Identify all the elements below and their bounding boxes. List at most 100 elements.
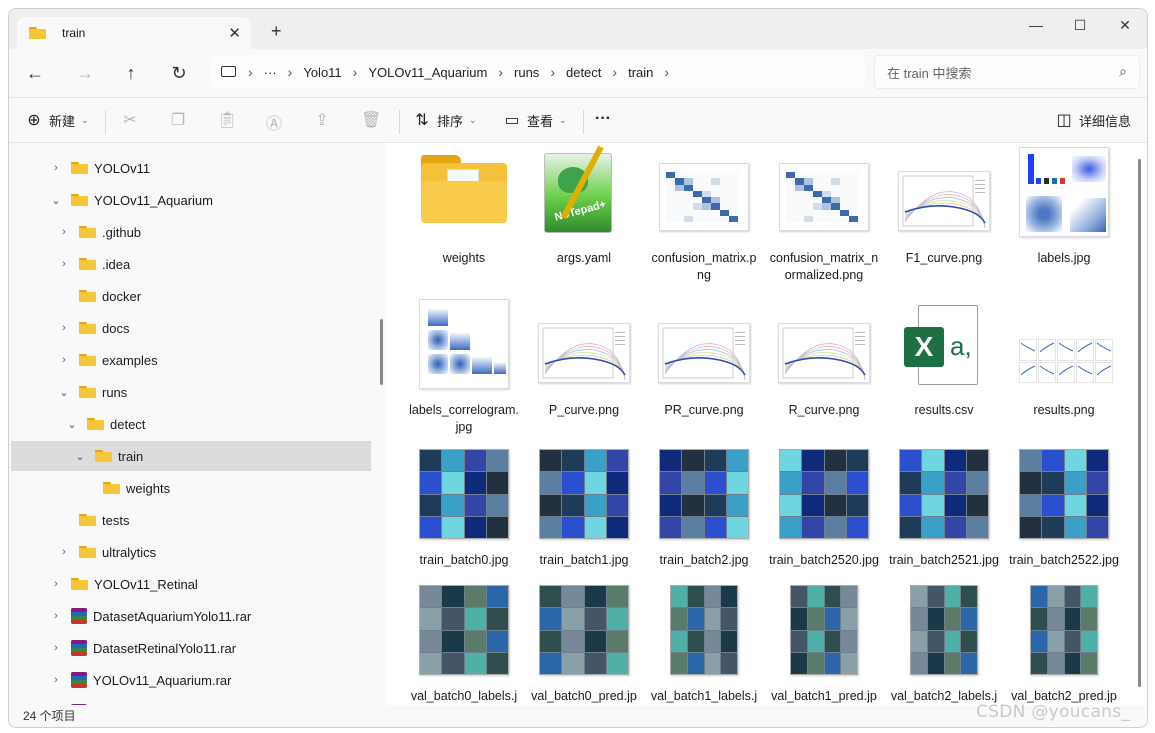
file-item[interactable]: Xa, results.csv — [889, 299, 999, 419]
sidebar-item[interactable]: ⌄ train — [11, 441, 371, 471]
sidebar-item[interactable]: weights — [11, 473, 371, 503]
share-button[interactable]: ⇪ — [313, 110, 331, 130]
sidebar-item[interactable]: ⌄ YOLOv11_Aquarium — [11, 185, 371, 215]
file-item[interactable]: F1_curve.png — [889, 147, 999, 267]
back-button[interactable]: ← — [23, 62, 47, 86]
search-input[interactable]: 在 train 中搜索 — [887, 63, 972, 82]
view-button[interactable]: ▭ 查看 ⌄ — [503, 110, 566, 130]
sidebar-item[interactable]: › .github — [11, 217, 371, 247]
refresh-button[interactable]: ↻ — [167, 62, 191, 86]
details-pane-button[interactable]: ◫ 详细信息 — [1055, 110, 1131, 130]
window-close-button[interactable]: ✕ — [1110, 17, 1140, 34]
breadcrumb-train[interactable]: train — [628, 65, 653, 80]
chevron-right-icon[interactable]: › — [57, 322, 71, 334]
new-button[interactable]: ⊕ 新建 ⌄ — [25, 110, 88, 130]
minimize-button[interactable]: — — [1021, 17, 1051, 33]
breadcrumb-separator-icon[interactable]: › — [498, 64, 503, 80]
breadcrumb-overflow[interactable]: ··· — [264, 65, 277, 80]
sidebar-item[interactable]: ›YOLOv11_Retinal.rar — [11, 697, 371, 705]
chevron-right-icon[interactable]: › — [49, 162, 63, 174]
file-item[interactable]: NoTepad+ args.yaml — [529, 145, 639, 267]
file-item[interactable]: train_batch2.jpg — [649, 449, 759, 569]
maximize-button[interactable]: ☐ — [1065, 17, 1095, 34]
chevron-right-icon[interactable]: › — [49, 642, 63, 654]
breadcrumb-separator-icon[interactable]: › — [550, 64, 555, 80]
sidebar-item[interactable]: › docs — [11, 313, 371, 343]
sidebar-item[interactable]: › DatasetRetinalYolo11.rar — [11, 633, 371, 663]
file-item[interactable]: confusion_matrix_normalized.png — [769, 147, 879, 284]
breadcrumb-yolov11-aquarium[interactable]: YOLOv11_Aquarium — [368, 65, 487, 80]
file-item[interactable]: results.png — [1009, 299, 1119, 419]
rename-button[interactable]: Ⓐ — [265, 110, 283, 134]
content-scrollbar[interactable] — [1138, 159, 1141, 687]
sidebar-item[interactable]: › YOLOv11 — [11, 153, 371, 183]
sidebar-item[interactable]: › .idea — [11, 249, 371, 279]
file-item[interactable]: train_batch1.jpg — [529, 449, 639, 569]
paste-button[interactable]: 📋︎ — [217, 110, 237, 130]
file-item[interactable]: val_batch1_labels.jpg — [649, 585, 759, 705]
sidebar-item[interactable]: docker — [11, 281, 371, 311]
file-item[interactable]: train_batch0.jpg — [409, 449, 519, 569]
chevron-down-icon[interactable]: ⌄ — [73, 450, 87, 463]
forward-button[interactable]: → — [73, 62, 97, 86]
delete-button[interactable]: 🗑︎ — [361, 110, 381, 130]
address-bar[interactable]: › ··· › Yolo11 › YOLOv11_Aquarium › runs… — [211, 55, 865, 89]
breadcrumb-separator-icon[interactable]: › — [353, 64, 358, 80]
file-item[interactable]: R_curve.png — [769, 299, 879, 419]
file-item[interactable]: train_batch2520.jpg — [769, 449, 879, 569]
new-button-label: 新建 — [49, 113, 76, 129]
file-item[interactable]: val_batch0_labels.jpg — [409, 585, 519, 705]
file-item[interactable]: weights — [409, 147, 519, 267]
sidebar-item[interactable]: ⌄ runs — [11, 377, 371, 407]
sidebar-scrollbar[interactable] — [380, 319, 383, 385]
file-item[interactable]: val_batch2_labels.jpg — [889, 585, 999, 705]
new-tab-button[interactable]: + — [271, 21, 282, 42]
file-item[interactable]: val_batch2_pred.jpg — [1009, 585, 1119, 705]
sidebar-item[interactable]: › YOLOv11_Retinal — [11, 569, 371, 599]
chevron-right-icon[interactable]: › — [57, 354, 71, 366]
file-item[interactable]: val_batch0_pred.jpg — [529, 585, 639, 705]
tab-close-icon[interactable]: ✕ — [228, 24, 241, 42]
file-item[interactable]: labels.jpg — [1009, 147, 1119, 267]
file-item[interactable]: train_batch2522.jpg — [1009, 449, 1119, 569]
image-batch-thumbnail — [539, 449, 629, 539]
file-item[interactable]: PR_curve.png — [649, 299, 759, 419]
chevron-right-icon[interactable]: › — [49, 610, 63, 622]
chevron-right-icon[interactable]: › — [57, 546, 71, 558]
sidebar-item[interactable]: › YOLOv11_Aquarium.rar — [11, 665, 371, 695]
file-item[interactable]: labels_correlogram.jpg — [409, 299, 519, 436]
breadcrumb-detect[interactable]: detect — [566, 65, 601, 80]
sidebar-item[interactable]: › DatasetAquariumYolo11.rar — [11, 601, 371, 631]
chevron-down-icon[interactable]: ⌄ — [49, 194, 63, 207]
cut-button[interactable]: ✂ — [121, 110, 139, 130]
file-item[interactable]: train_batch2521.jpg — [889, 449, 999, 569]
breadcrumb-yolo11[interactable]: Yolo11 — [303, 65, 341, 80]
folder-icon — [71, 194, 88, 206]
sort-button[interactable]: ⇅ 排序 ⌄ — [413, 110, 476, 130]
chevron-down-icon[interactable]: ⌄ — [65, 418, 79, 431]
file-item[interactable]: val_batch1_pred.jpg — [769, 585, 879, 705]
details-button-label: 详细信息 — [1079, 113, 1132, 129]
sidebar-item[interactable]: ⌄ detect — [11, 409, 371, 439]
file-item[interactable]: confusion_matrix.png — [649, 147, 759, 284]
file-item[interactable]: P_curve.png — [529, 299, 639, 419]
chevron-right-icon[interactable]: › — [57, 258, 71, 270]
chevron-right-icon[interactable]: › — [49, 674, 63, 686]
up-button[interactable]: ↑ — [119, 62, 143, 86]
breadcrumb-separator-icon[interactable]: › — [248, 64, 253, 80]
breadcrumb-runs[interactable]: runs — [514, 65, 539, 80]
chevron-down-icon[interactable]: ⌄ — [57, 386, 71, 399]
breadcrumb-separator-icon[interactable]: › — [288, 64, 293, 80]
copy-button[interactable]: ❐ — [169, 110, 187, 130]
search-box[interactable]: 在 train 中搜索 ⌕ — [874, 55, 1140, 89]
chevron-right-icon[interactable]: › — [49, 578, 63, 590]
chevron-right-icon[interactable]: › — [57, 226, 71, 238]
breadcrumb-separator-icon[interactable]: › — [664, 64, 669, 80]
image-batch-thumbnail — [790, 585, 858, 675]
tab-train[interactable]: train ✕ — [17, 17, 251, 49]
sidebar-item[interactable]: › ultralytics — [11, 537, 371, 567]
sidebar-item[interactable]: tests — [11, 505, 371, 535]
more-options-button[interactable]: ··· — [595, 110, 611, 128]
sidebar-item[interactable]: › examples — [11, 345, 371, 375]
breadcrumb-separator-icon[interactable]: › — [612, 64, 617, 80]
